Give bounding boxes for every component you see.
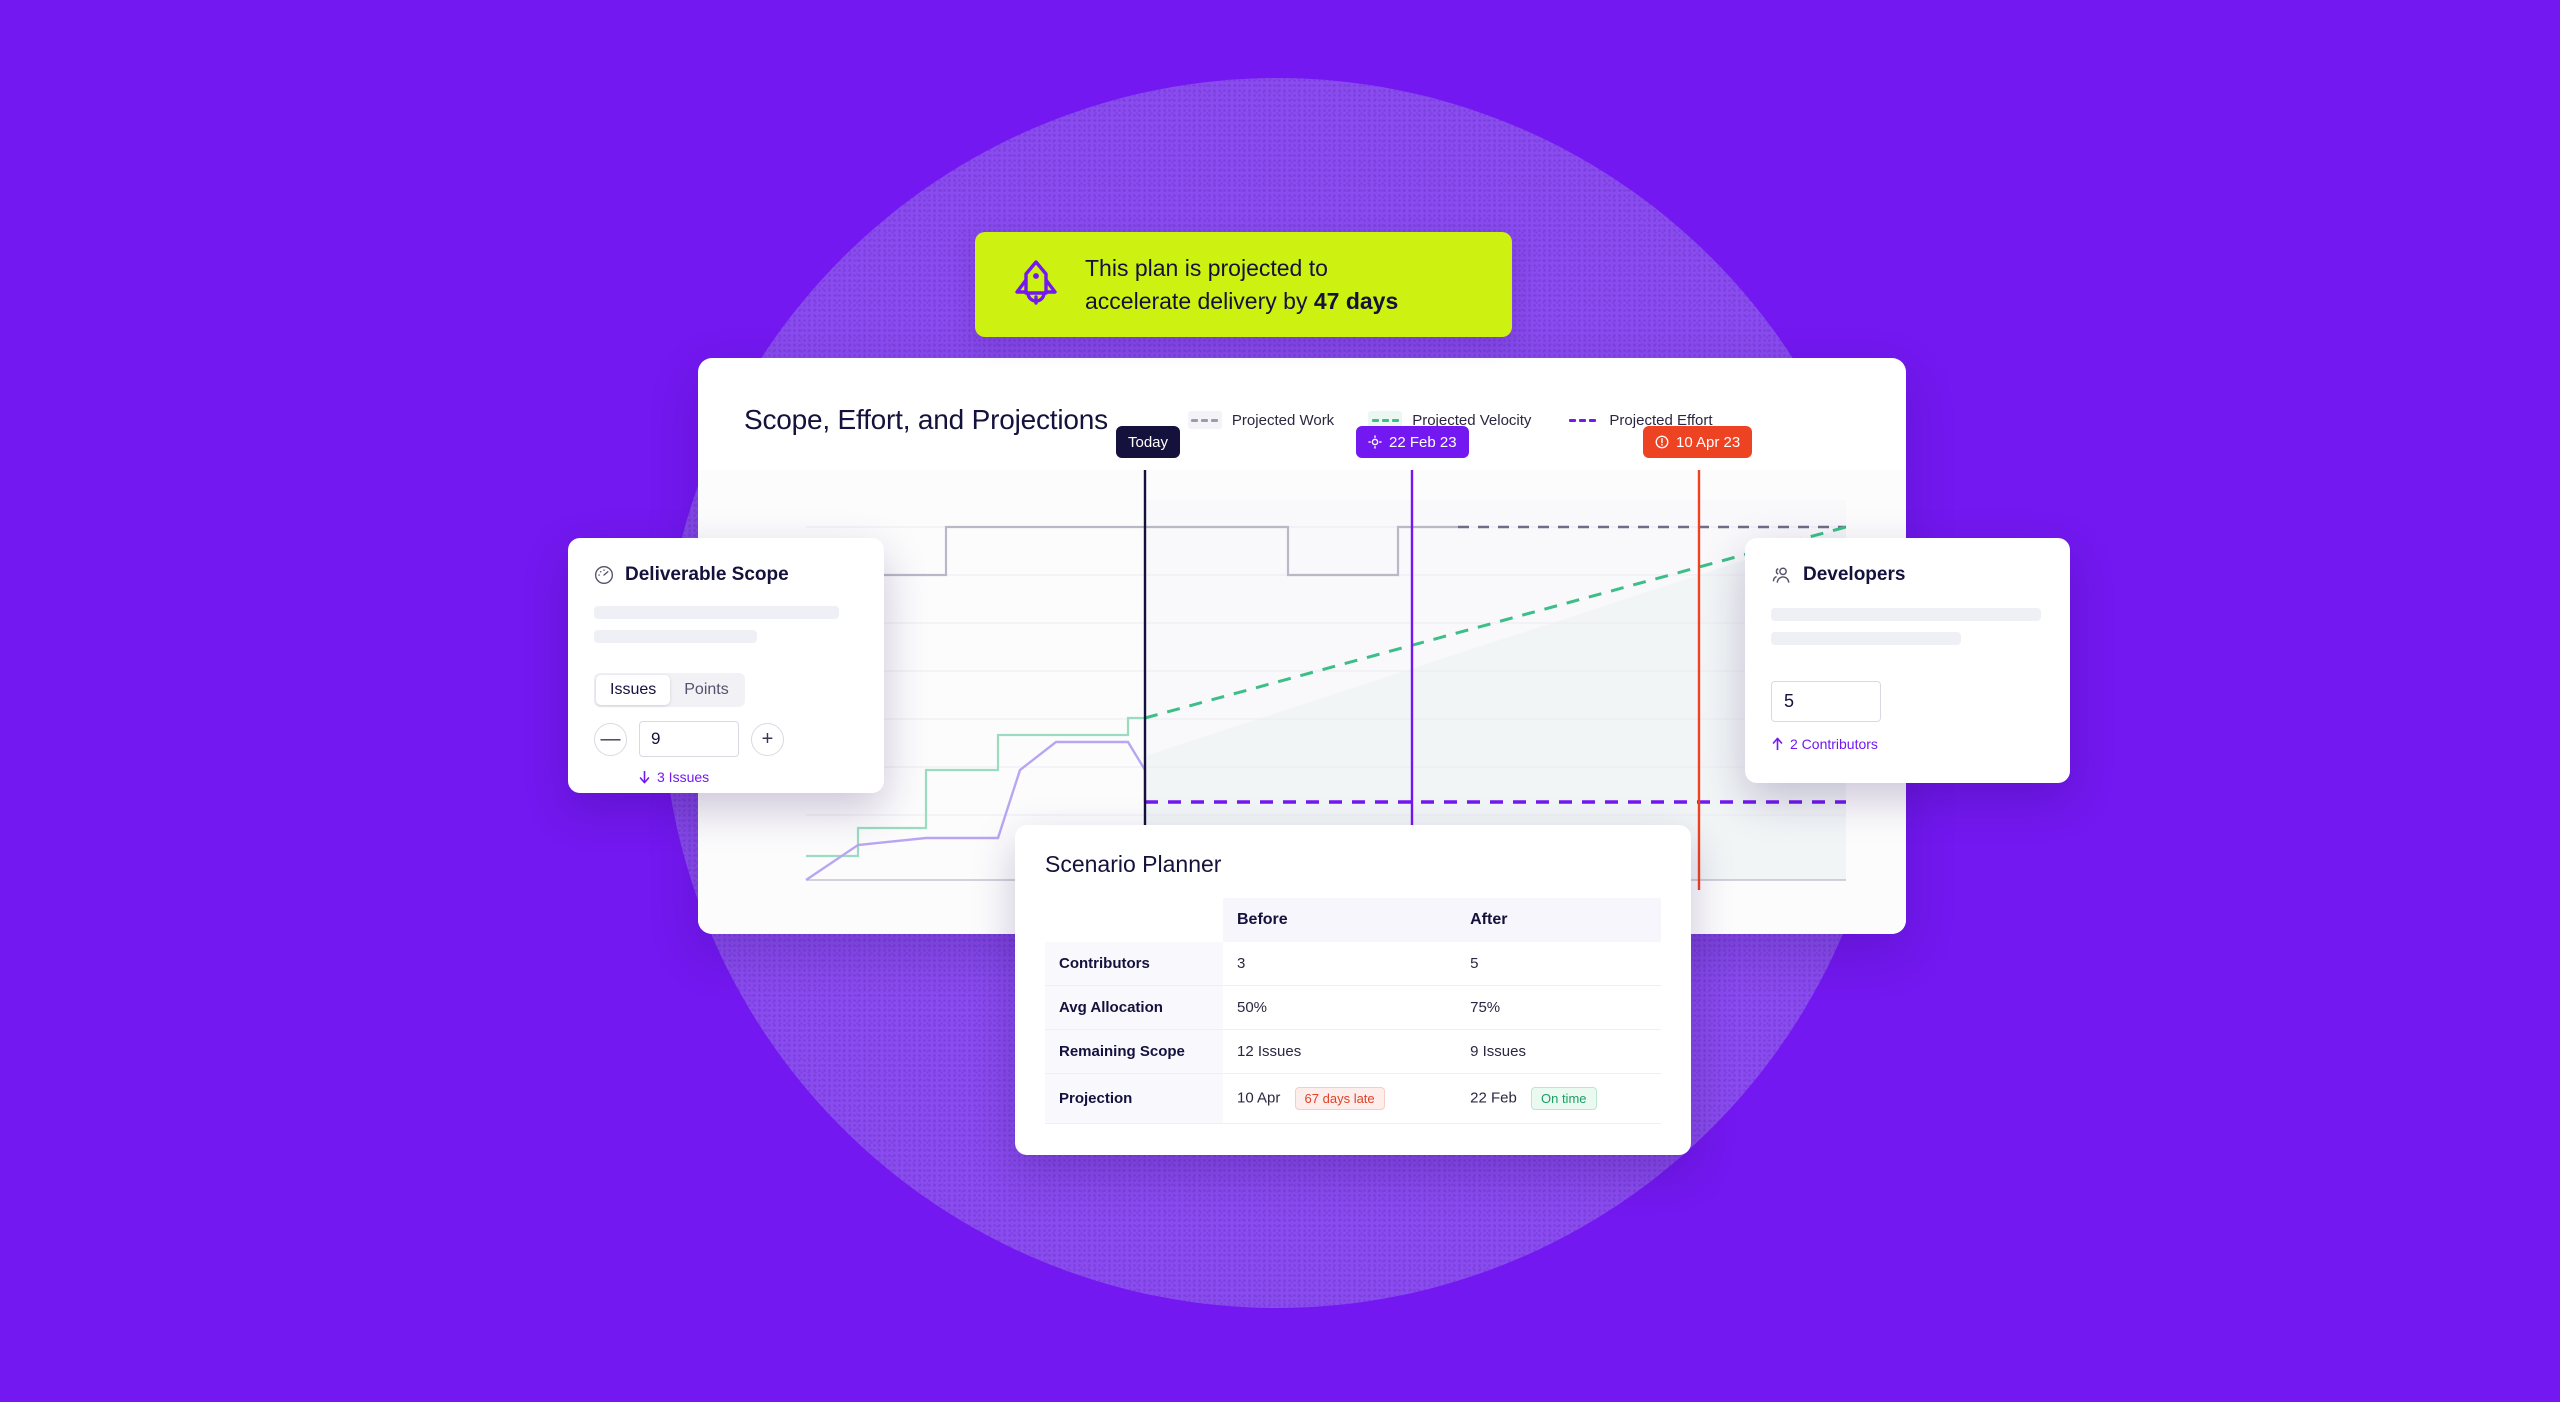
cell-projection-after: 22 Feb On time <box>1456 1073 1661 1124</box>
legend-swatch-projected-work <box>1187 411 1222 429</box>
projection-banner: This plan is projected to accelerate del… <box>975 232 1512 337</box>
developers-title: Developers <box>1803 564 1906 585</box>
row-label-avg-allocation: Avg Allocation <box>1045 985 1223 1030</box>
skeleton-line-1 <box>1771 608 2041 621</box>
scope-increment-button[interactable]: + <box>751 722 784 756</box>
row-label-remaining-scope: Remaining Scope <box>1045 1029 1223 1074</box>
skeleton-line-2 <box>1771 632 1961 645</box>
marker-badge-feb22[interactable]: 22 Feb 23 <box>1356 426 1469 458</box>
scope-delta-text: 3 Issues <box>657 769 710 785</box>
projection-after-date: 22 Feb <box>1470 1089 1517 1107</box>
cell-projection-before: 10 Apr 67 days late <box>1223 1073 1457 1124</box>
cell-remaining-scope-before: 12 Issues <box>1223 1029 1457 1074</box>
scope-delta-note: 3 Issues <box>638 769 858 785</box>
status-badge-days-late: 67 days late <box>1294 1087 1385 1110</box>
developers-delta-note: 2 Contributors <box>1771 736 2044 752</box>
skeleton-line-1 <box>594 606 839 619</box>
row-label-contributors: Contributors <box>1045 942 1223 986</box>
banner-text: This plan is projected to accelerate del… <box>1085 252 1398 317</box>
banner-line-2-strong: 47 days <box>1313 287 1399 314</box>
column-header-blank <box>1045 898 1223 942</box>
cell-avg-allocation-before: 50% <box>1223 985 1457 1030</box>
marker-badge-apr10-label: 10 Apr 23 <box>1676 433 1741 451</box>
developers-count-input[interactable] <box>1771 681 1881 722</box>
cell-remaining-scope-after: 9 Issues <box>1456 1029 1661 1074</box>
gauge-icon <box>594 565 614 585</box>
column-header-after: After <box>1456 898 1661 942</box>
marker-badge-feb22-label: 22 Feb 23 <box>1389 433 1457 451</box>
table-row: Contributors 3 5 <box>1045 942 1661 986</box>
table-row: Projection 10 Apr 67 days late 22 Feb On… <box>1045 1073 1661 1124</box>
page-title: Scope, Effort, and Projections <box>744 404 1108 435</box>
column-header-before: Before <box>1223 898 1457 942</box>
cell-avg-allocation-after: 75% <box>1456 985 1661 1030</box>
scope-unit-issues-button[interactable]: Issues <box>596 675 671 705</box>
table-header-row: Before After <box>1045 898 1661 942</box>
marker-badge-today[interactable]: Today <box>1116 426 1181 458</box>
up-arrow-icon <box>1772 737 1783 750</box>
target-icon <box>1368 435 1382 449</box>
deliverable-scope-card: Deliverable Scope Issues Points — + 3 Is… <box>568 538 884 793</box>
scenario-planner-card: Scenario Planner Before After Contributo… <box>1015 825 1691 1155</box>
developers-card-header: Developers <box>1771 564 2044 586</box>
developers-card: Developers 2 Contributors <box>1745 538 2070 783</box>
skeleton-line-2 <box>594 630 757 643</box>
legend-swatch-projected-effort <box>1565 411 1599 429</box>
scope-unit-toggle[interactable]: Issues Points <box>594 673 745 707</box>
scope-stepper: — + <box>594 721 858 757</box>
cell-contributors-before: 3 <box>1223 942 1457 986</box>
deliverable-scope-title: Deliverable Scope <box>625 564 789 585</box>
scope-value-input[interactable] <box>639 721 739 757</box>
cell-contributors-after: 5 <box>1456 942 1661 986</box>
banner-line-1: This plan is projected to <box>1085 254 1328 281</box>
scope-decrement-button[interactable]: — <box>594 722 627 756</box>
developers-delta-text: 2 Contributors <box>1790 736 1878 752</box>
warning-icon <box>1655 435 1669 449</box>
legend-label-projected-work: Projected Work <box>1231 411 1335 429</box>
marker-badge-apr10[interactable]: 10 Apr 23 <box>1643 426 1753 458</box>
scope-unit-points-button[interactable]: Points <box>670 675 742 705</box>
row-label-projection: Projection <box>1045 1073 1223 1124</box>
scenario-planner-table: Before After Contributors 3 5 Avg Alloca… <box>1045 898 1661 1124</box>
deliverable-scope-card-header: Deliverable Scope <box>594 564 858 586</box>
scenario-planner-title: Scenario Planner <box>1045 851 1222 877</box>
table-row: Remaining Scope 12 Issues 9 Issues <box>1045 1029 1661 1074</box>
table-row: Avg Allocation 50% 75% <box>1045 985 1661 1030</box>
people-icon <box>1772 567 1790 583</box>
status-badge-on-time: On time <box>1530 1087 1597 1110</box>
marker-badge-today-label: Today <box>1128 433 1169 451</box>
legend-item-projected-work[interactable]: Projected Work <box>1187 411 1335 429</box>
projection-before-date: 10 Apr <box>1237 1089 1281 1107</box>
down-arrow-icon <box>639 771 650 784</box>
banner-line-2-prefix: accelerate delivery by <box>1085 287 1314 314</box>
banner-line-2: accelerate delivery by 47 days <box>1085 285 1398 318</box>
rocket-icon <box>1015 259 1057 305</box>
